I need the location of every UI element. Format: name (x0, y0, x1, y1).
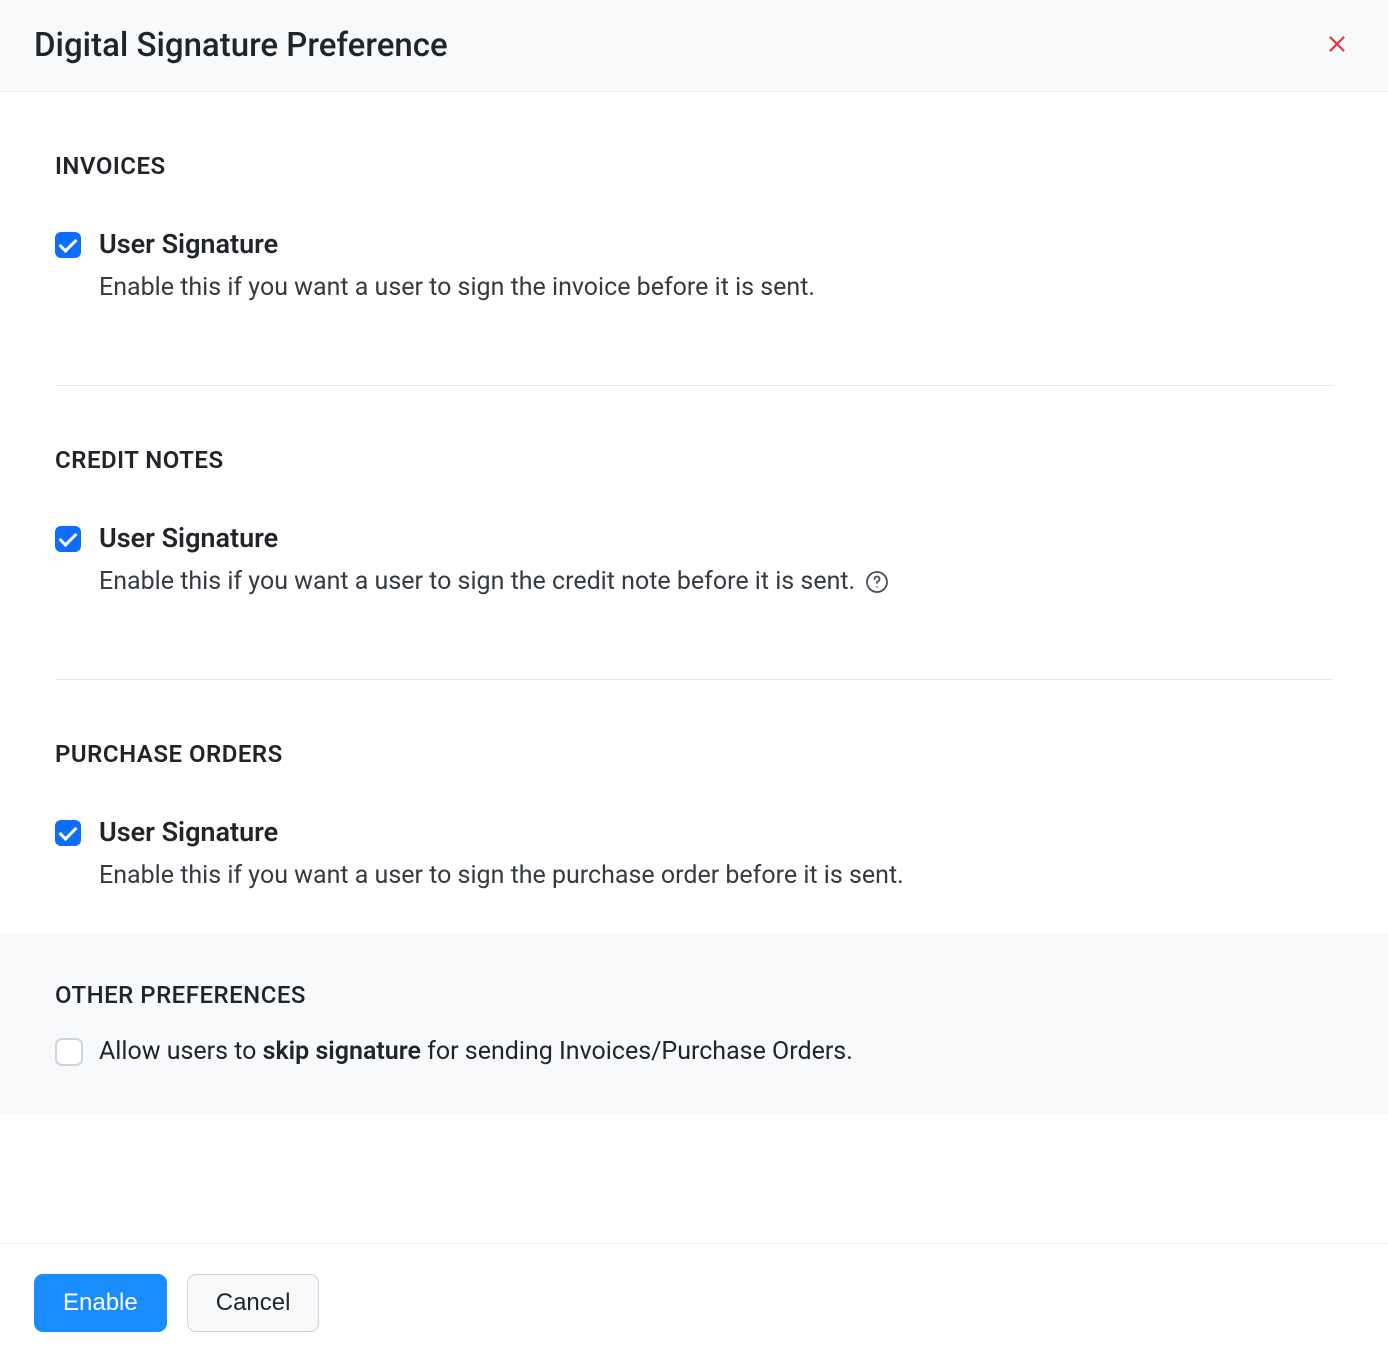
purchase-orders-signature-desc: Enable this if you want a user to sign t… (99, 858, 1333, 893)
section-credit-notes: CREDIT NOTES User Signature Enable this … (0, 386, 1388, 639)
enable-button[interactable]: Enable (34, 1274, 167, 1332)
cancel-button[interactable]: Cancel (187, 1274, 320, 1332)
close-button[interactable] (1320, 27, 1354, 64)
credit-notes-checkbox-content: User Signature Enable this if you want a… (99, 522, 1333, 599)
purchase-orders-signature-label[interactable]: User Signature (99, 816, 1333, 848)
skip-signature-label-after: for sending Invoices/Purchase Orders. (421, 1037, 853, 1066)
invoices-checkbox-content: User Signature Enable this if you want a… (99, 228, 1333, 305)
invoices-user-signature-checkbox[interactable] (55, 232, 81, 258)
credit-notes-signature-label[interactable]: User Signature (99, 522, 1333, 554)
other-preferences-heading: OTHER PREFERENCES (55, 981, 1333, 1009)
section-heading-invoices: INVOICES (55, 152, 1333, 180)
invoices-signature-desc: Enable this if you want a user to sign t… (99, 270, 1333, 305)
help-icon[interactable] (865, 570, 889, 594)
skip-signature-label-bold: skip signature (263, 1037, 421, 1066)
dialog-header: Digital Signature Preference (0, 0, 1388, 92)
section-heading-credit-notes: CREDIT NOTES (55, 446, 1333, 474)
close-icon (1326, 33, 1348, 58)
credit-notes-signature-desc: Enable this if you want a user to sign t… (99, 564, 1333, 599)
dialog-content: INVOICES User Signature Enable this if y… (0, 92, 1388, 1243)
dialog-footer: Enable Cancel (0, 1243, 1388, 1362)
section-invoices: INVOICES User Signature Enable this if y… (0, 92, 1388, 345)
dialog-title: Digital Signature Preference (34, 26, 448, 65)
skip-signature-label[interactable]: Allow users to skip signature for sendin… (99, 1037, 853, 1066)
section-other-preferences: OTHER PREFERENCES Allow users to skip si… (0, 933, 1388, 1114)
purchase-orders-signature-row: User Signature Enable this if you want a… (55, 816, 1333, 893)
purchase-orders-checkbox-content: User Signature Enable this if you want a… (99, 816, 1333, 893)
skip-signature-row: Allow users to skip signature for sendin… (55, 1037, 1333, 1066)
credit-notes-signature-row: User Signature Enable this if you want a… (55, 522, 1333, 599)
credit-notes-signature-desc-text: Enable this if you want a user to sign t… (99, 564, 855, 599)
digital-signature-dialog: Digital Signature Preference INVOICES Us… (0, 0, 1388, 1362)
invoices-signature-label[interactable]: User Signature (99, 228, 1333, 260)
section-purchase-orders: PURCHASE ORDERS User Signature Enable th… (0, 680, 1388, 933)
skip-signature-label-before: Allow users to (99, 1037, 263, 1066)
purchase-orders-signature-desc-text: Enable this if you want a user to sign t… (99, 858, 904, 893)
invoices-signature-desc-text: Enable this if you want a user to sign t… (99, 270, 815, 305)
section-heading-purchase-orders: PURCHASE ORDERS (55, 740, 1333, 768)
skip-signature-checkbox[interactable] (55, 1038, 83, 1066)
credit-notes-user-signature-checkbox[interactable] (55, 526, 81, 552)
purchase-orders-user-signature-checkbox[interactable] (55, 820, 81, 846)
invoices-signature-row: User Signature Enable this if you want a… (55, 228, 1333, 305)
